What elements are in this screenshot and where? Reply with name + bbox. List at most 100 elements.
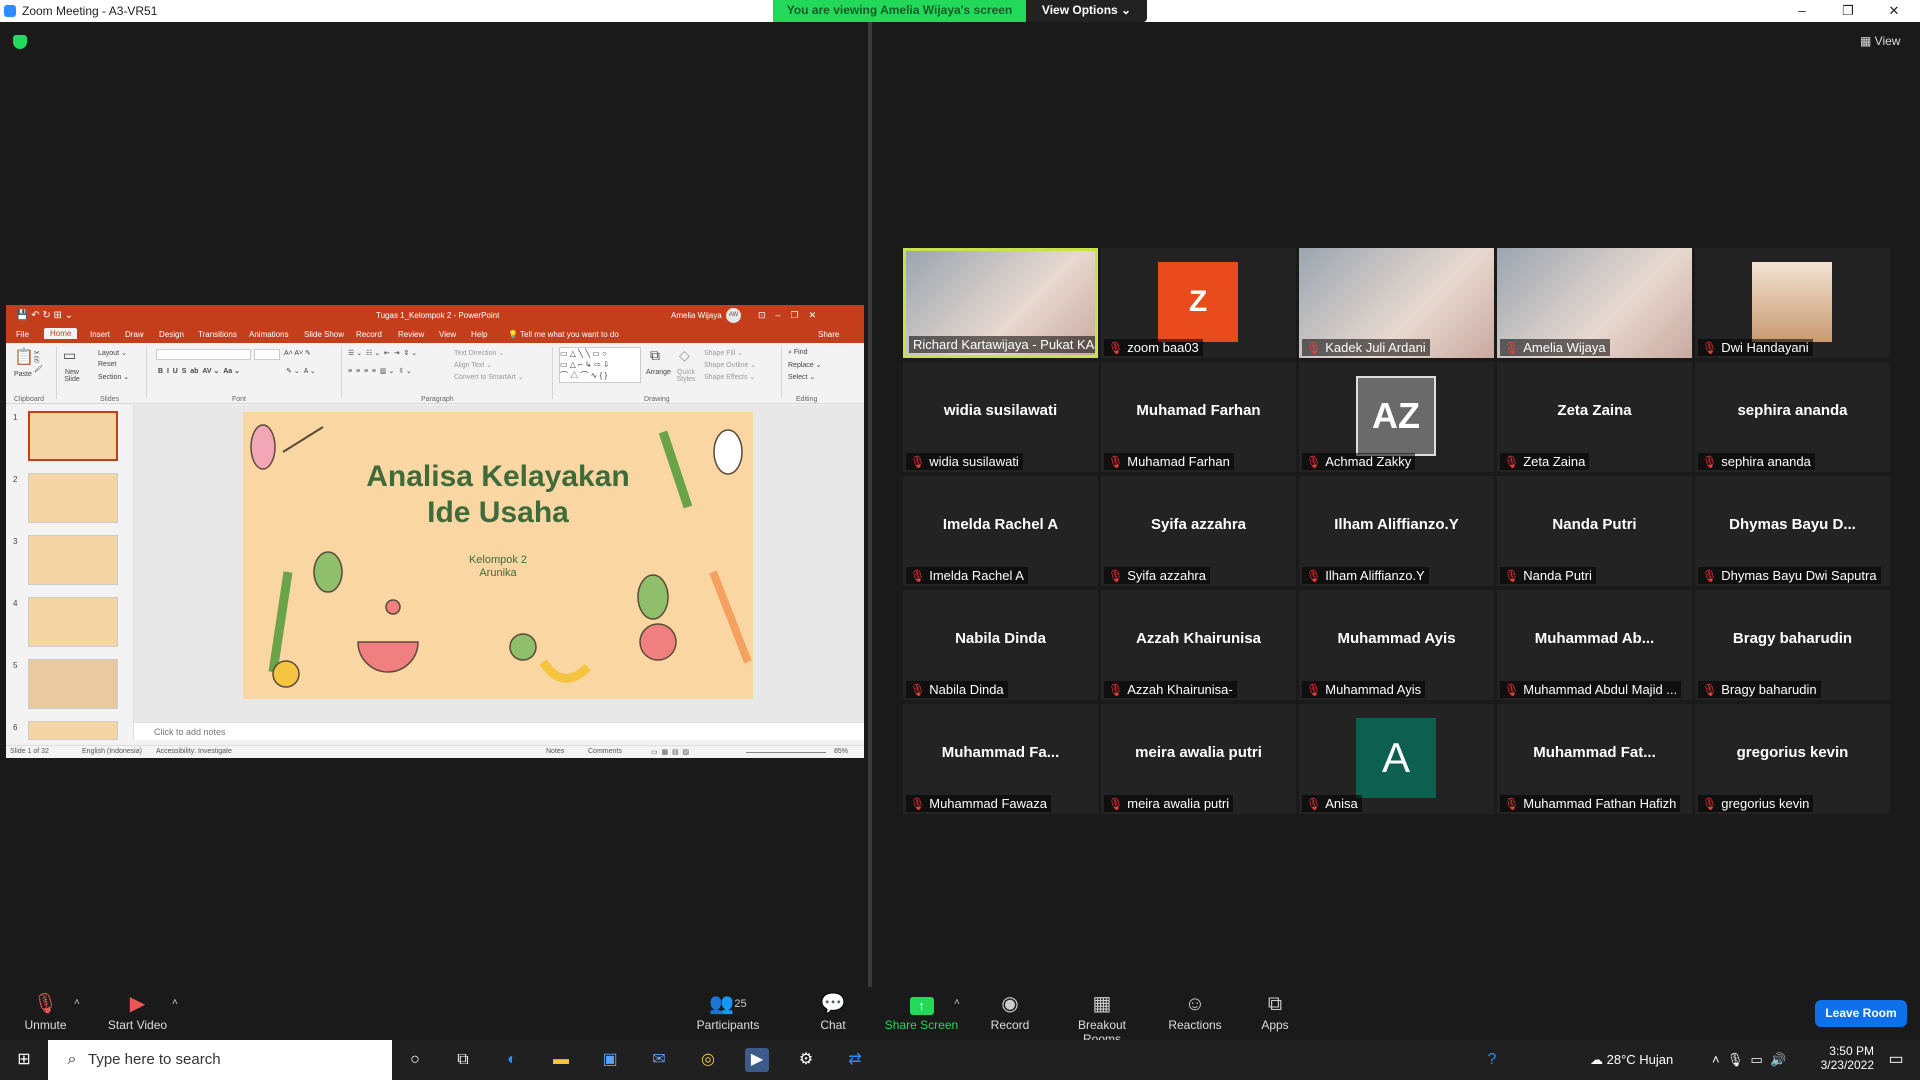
notes-pane[interactable]: Click to add notes: [134, 722, 864, 740]
notifications-icon[interactable]: ▭: [1884, 1048, 1908, 1072]
paste-button[interactable]: Paste: [14, 371, 32, 378]
cortana-icon[interactable]: ○: [403, 1048, 427, 1072]
slide-thumbnail-1[interactable]: [28, 411, 118, 461]
ppt-tab-insert[interactable]: Insert: [90, 330, 110, 339]
zoom-slider[interactable]: [746, 752, 826, 753]
ppt-tab-help[interactable]: Help: [471, 330, 487, 339]
participant-tile[interactable]: Muhammad Ab... 🎙 Muhammad Abdul Majid ...: [1497, 590, 1692, 700]
zoom-taskbar-icon[interactable]: ▶: [745, 1048, 769, 1072]
ppt-tab-draw[interactable]: Draw: [125, 330, 144, 339]
slide-thumbnails-panel[interactable]: 1 2 3 4 5 6: [6, 405, 134, 740]
shape-outline-button[interactable]: Shape Outline ⌄: [704, 361, 756, 369]
participant-tile[interactable]: Dhymas Bayu D... 🎙 Dhymas Bayu Dwi Saputra: [1695, 476, 1890, 586]
slide-thumbnail-6[interactable]: [28, 721, 118, 740]
find-button[interactable]: ⌕ Find: [788, 349, 808, 357]
participant-tile[interactable]: 🎙 Amelia Wijaya: [1497, 248, 1692, 358]
select-button[interactable]: Select ⌄: [788, 373, 815, 381]
apps-button[interactable]: ⧉ Apps: [1255, 987, 1295, 1040]
participant-tile[interactable]: AZ 🎙 Achmad Zakky: [1299, 362, 1494, 472]
reset-button[interactable]: Reset: [98, 361, 116, 368]
participant-tile[interactable]: Bragy baharudin 🎙 Bragy baharudin: [1695, 590, 1890, 700]
breakout-rooms-button[interactable]: ▦ Breakout Rooms: [1058, 987, 1146, 1046]
slide-canvas[interactable]: Analisa Kelayakan Ide Usaha Kelompok 2 A…: [243, 412, 753, 699]
close-button[interactable]: ✕: [1872, 0, 1916, 22]
pane-divider[interactable]: [868, 22, 872, 987]
participant-tile[interactable]: gregorius kevin 🎙 gregorius kevin: [1695, 704, 1890, 814]
slide-subtitle[interactable]: Kelompok 2 Arunika: [243, 554, 753, 580]
participant-tile[interactable]: widia susilawati 🎙 widia susilawati: [903, 362, 1098, 472]
ppt-tab-record[interactable]: Record: [356, 330, 382, 339]
replace-button[interactable]: Replace ⌄: [788, 361, 822, 369]
ppt-window-controls[interactable]: ⊡ – ❐ ✕: [758, 310, 816, 321]
participant-tile[interactable]: Ilham Aliffianzo.Y 🎙 Ilham Aliffianzo.Y: [1299, 476, 1494, 586]
list-buttons[interactable]: ☰ ⌄ ☷ ⌄ ⇤ ⇥ ⇕ ⌄: [348, 349, 417, 357]
participant-tile[interactable]: Azzah Khairunisa 🎙 Azzah Khairunisa-: [1101, 590, 1296, 700]
accessibility-indicator[interactable]: Accessibility: Investigate: [156, 748, 232, 755]
participant-tile[interactable]: Syifa azzahra 🎙 Syifa azzahra: [1101, 476, 1296, 586]
text-direction-button[interactable]: Text Direction ⌄: [454, 349, 504, 357]
slide-thumbnail-3[interactable]: [28, 535, 118, 585]
participant-tile[interactable]: sephira ananda 🎙 sephira ananda: [1695, 362, 1890, 472]
taskbar-search-input[interactable]: Type here to search: [48, 1040, 392, 1080]
ppt-tab-home[interactable]: Home: [44, 328, 78, 339]
participant-tile[interactable]: Richard Kartawijaya - Pukat KAJ: [903, 248, 1098, 358]
convert-smartart-button[interactable]: Convert to SmartArt ⌄: [454, 373, 524, 381]
font-name-select[interactable]: [156, 349, 251, 360]
participant-tile[interactable]: Muhamad Farhan 🎙 Muhamad Farhan: [1101, 362, 1296, 472]
help-icon[interactable]: ?: [1480, 1048, 1504, 1072]
participant-tile[interactable]: Muhammad Fat... 🎙 Muhammad Fathan Hafizh: [1497, 704, 1692, 814]
participant-tile[interactable]: Zeta Zaina 🎙 Zeta Zaina: [1497, 362, 1692, 472]
slide-thumbnail-2[interactable]: [28, 473, 118, 523]
participant-tile[interactable]: 🎙 Dwi Handayani: [1695, 248, 1890, 358]
shape-effects-button[interactable]: Shape Effects ⌄: [704, 373, 755, 381]
participant-tile[interactable]: Imelda Rachel A 🎙 Imelda Rachel A: [903, 476, 1098, 586]
font-format-buttons[interactable]: B I U S ab AV ⌄ Aa ⌄: [158, 367, 240, 375]
teamviewer-icon[interactable]: ⇄: [843, 1048, 867, 1072]
ppt-share-button[interactable]: Share: [818, 330, 839, 339]
file-explorer-icon[interactable]: ▬: [549, 1048, 573, 1072]
task-view-icon[interactable]: ⧉: [451, 1048, 475, 1072]
slide-title[interactable]: Analisa Kelayakan Ide Usaha: [243, 459, 753, 531]
video-options-chevron-icon[interactable]: ˄: [172, 997, 178, 1008]
ppt-tab-review[interactable]: Review: [398, 330, 424, 339]
section-button[interactable]: Section ⌄: [98, 373, 129, 381]
ppt-tab-animations[interactable]: Animations: [249, 330, 289, 339]
chat-button[interactable]: 💬 Chat: [808, 987, 858, 1040]
settings-icon[interactable]: ⚙: [794, 1048, 818, 1072]
ppt-tab-design[interactable]: Design: [159, 330, 184, 339]
participant-tile[interactable]: meira awalia putri 🎙 meira awalia putri: [1101, 704, 1296, 814]
align-buttons[interactable]: ≡ ≡ ≡ ≡ ▥ ⌄ ⇳ ⌄: [348, 367, 412, 375]
view-options-button[interactable]: View Options ⌄: [1026, 0, 1147, 22]
participant-tile[interactable]: Z 🎙 zoom baa03: [1101, 248, 1296, 358]
clock[interactable]: 3:50 PM 3/23/2022: [1814, 1044, 1874, 1072]
participant-tile[interactable]: Nanda Putri 🎙 Nanda Putri: [1497, 476, 1692, 586]
ppt-quick-access-icons[interactable]: 💾 ↶ ↻ ⊞ ⌄: [16, 310, 73, 321]
start-video-button[interactable]: ▶ Start Video: [105, 987, 170, 1040]
windows-start-icon[interactable]: ⊞: [12, 1048, 36, 1072]
participants-button[interactable]: 👥25 Participants: [693, 987, 763, 1040]
reactions-button[interactable]: ☺ Reactions: [1165, 987, 1225, 1040]
leave-room-button[interactable]: Leave Room: [1815, 1000, 1907, 1027]
align-text-button[interactable]: Align Text ⌄: [454, 361, 492, 369]
ppt-tab-file[interactable]: File: [16, 330, 29, 339]
ppt-user-avatar[interactable]: AW: [726, 308, 741, 323]
zoom-level[interactable]: 85%: [834, 748, 848, 755]
shapes-gallery[interactable]: ▭ △ ╲ ╲ ▭ ○ ▭ △ ⌐ ↳ ⇨ ⇩ ⌒ △ ⌒ ∿ { }: [559, 347, 641, 383]
shape-fill-button[interactable]: Shape Fill ⌄: [704, 349, 743, 357]
arrange-icon[interactable]: ⧉: [650, 347, 660, 364]
new-slide-icon[interactable]: ▭: [63, 347, 76, 364]
participant-tile[interactable]: Muhammad Fa... 🎙 Muhammad Fawaza: [903, 704, 1098, 814]
participant-tile[interactable]: Nabila Dinda 🎙 Nabila Dinda: [903, 590, 1098, 700]
notes-toggle[interactable]: Notes: [546, 748, 564, 755]
ppt-tab-slideshow[interactable]: Slide Show: [304, 330, 344, 339]
paste-icon[interactable]: 📋: [14, 347, 34, 367]
quick-styles-button[interactable]: Quick Styles: [674, 369, 698, 383]
ppt-tab-transitions[interactable]: Transitions: [198, 330, 237, 339]
edge-icon[interactable]: ◐: [500, 1048, 524, 1072]
arrange-button[interactable]: Arrange: [646, 369, 671, 376]
view-mode-icons[interactable]: ▭ ▦ ▤ ▨: [651, 748, 689, 756]
mail-icon[interactable]: ✉: [647, 1048, 671, 1072]
font-color-buttons[interactable]: ✎ ⌄ A ⌄: [286, 367, 316, 375]
view-button[interactable]: ▦ View: [1860, 34, 1900, 48]
unmute-button[interactable]: 🎙 Unmute: [18, 987, 73, 1040]
